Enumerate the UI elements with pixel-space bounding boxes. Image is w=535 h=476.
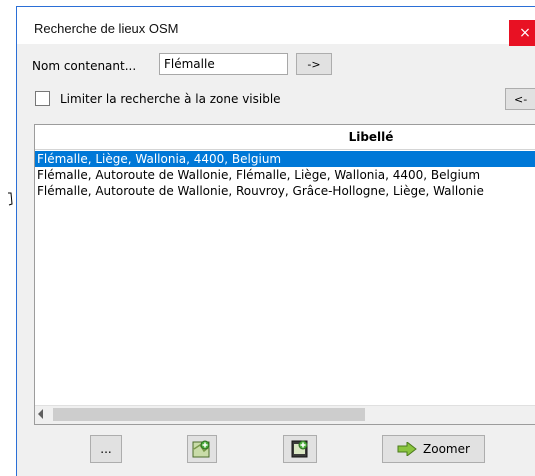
close-button[interactable]: × — [509, 20, 535, 46]
osm-search-dialog: Recherche de lieux OSM × Nom contenant..… — [16, 6, 535, 476]
results-list: Flémalle, Liège, Wallonia, 4400, Belgium… — [35, 151, 535, 199]
result-row[interactable]: Flémalle, Autoroute de Wallonie, Flémall… — [35, 167, 535, 183]
close-icon: × — [519, 25, 531, 41]
more-options-button[interactable]: ... — [90, 435, 122, 463]
add-area-button[interactable] — [283, 435, 317, 463]
search-row: Nom contenant... -> — [17, 47, 535, 75]
scroll-left-arrow-icon[interactable] — [38, 409, 43, 419]
result-row[interactable]: Flémalle, Liège, Wallonia, 4400, Belgium — [35, 151, 535, 167]
scrollbar-thumb[interactable] — [53, 408, 365, 421]
column-header-libelle[interactable]: Libellé — [35, 125, 535, 150]
green-arrow-icon — [397, 442, 417, 456]
zoom-label: Zoomer — [423, 442, 470, 456]
result-row[interactable]: Flémalle, Autoroute de Wallonie, Rouvroy… — [35, 183, 535, 199]
results-table: Libellé Flémalle, Liège, Wallonia, 4400,… — [34, 124, 535, 425]
back-button[interactable]: <- — [505, 88, 535, 110]
limit-visible-checkbox[interactable] — [35, 91, 50, 106]
search-go-button[interactable]: -> — [296, 53, 332, 75]
horizontal-scrollbar[interactable] — [35, 405, 535, 424]
map-area-add-icon — [291, 440, 308, 458]
window-title: Recherche de lieux OSM — [34, 21, 179, 36]
limit-row: Limiter la recherche à la zone visible <… — [17, 88, 535, 115]
limit-visible-label: Limiter la recherche à la zone visible — [60, 92, 281, 106]
name-search-input[interactable] — [159, 53, 288, 75]
map-pin-add-icon — [192, 440, 210, 458]
title-bar: Recherche de lieux OSM × — [17, 7, 535, 46]
name-label: Nom contenant... — [32, 59, 137, 73]
zoom-button[interactable]: Zoomer — [382, 435, 485, 463]
add-place-button[interactable] — [187, 435, 217, 463]
background-fragment — [7, 192, 13, 206]
